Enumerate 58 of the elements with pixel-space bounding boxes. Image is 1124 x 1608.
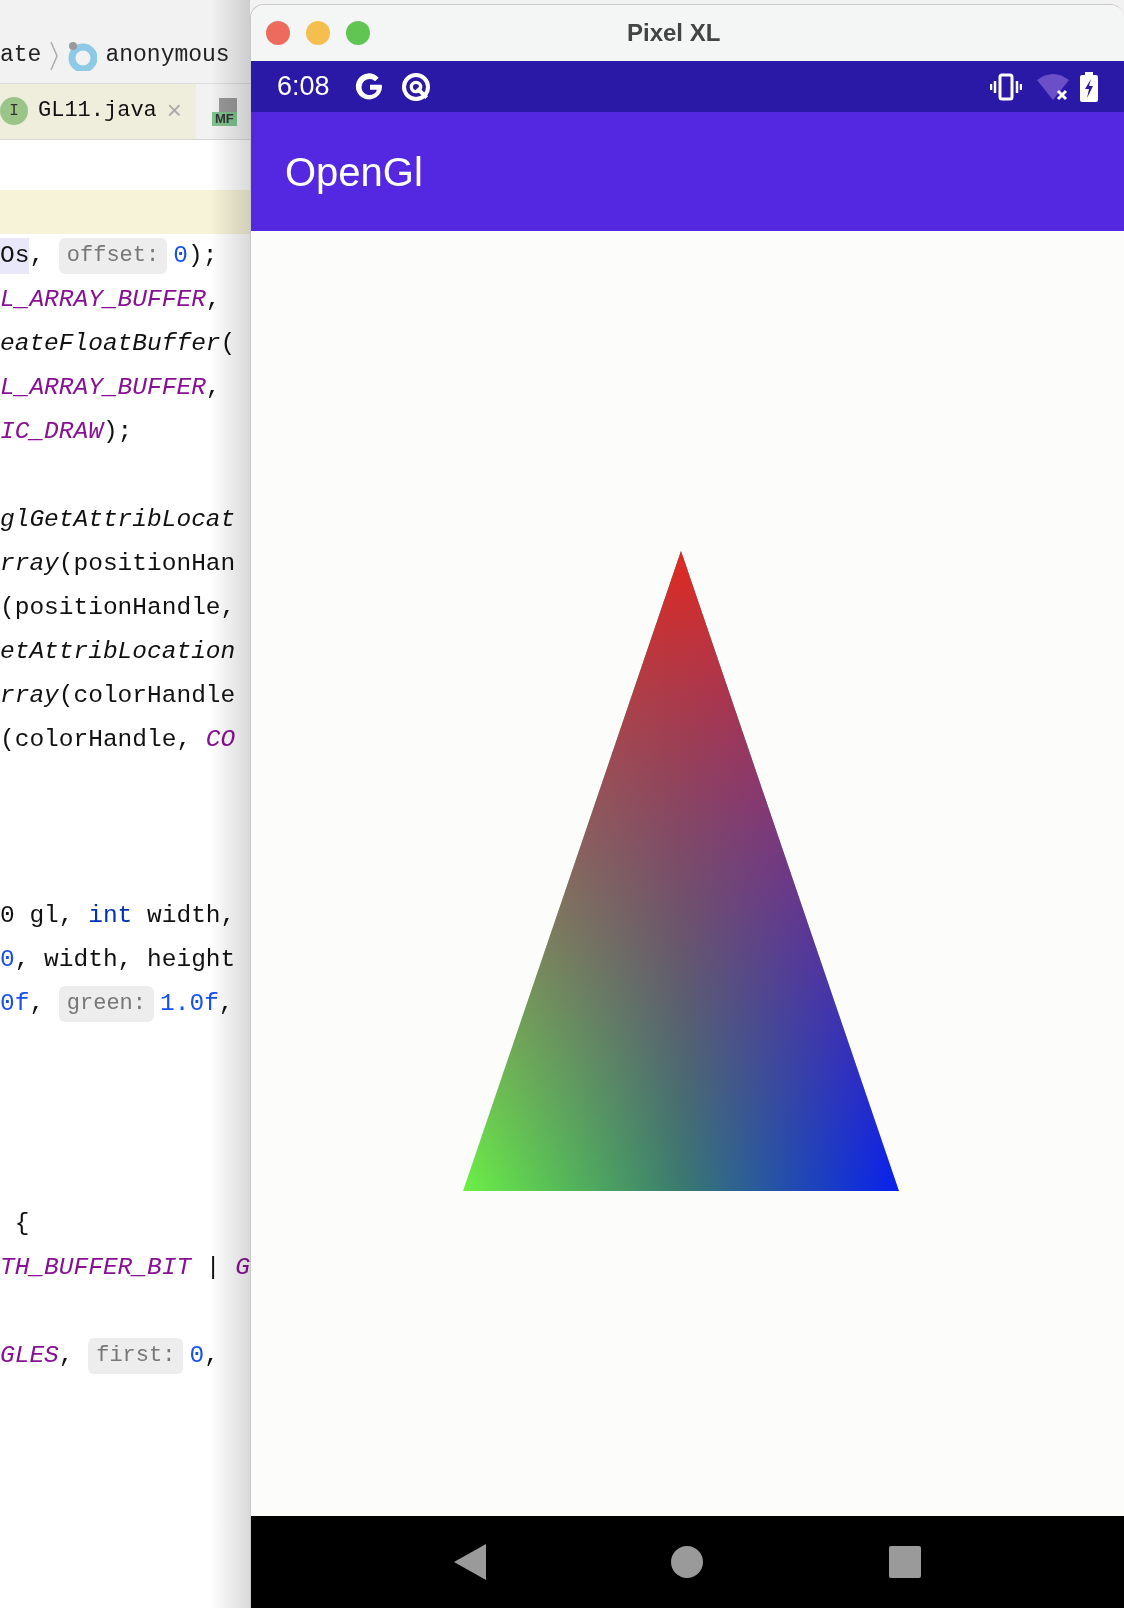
breadcrumb-item[interactable]: anonymous bbox=[105, 38, 230, 73]
window-title: Pixel XL bbox=[627, 18, 721, 48]
code-text: IC_DRAW bbox=[0, 417, 103, 447]
code-text: (colorHandle bbox=[58, 681, 236, 711]
code-text: G bbox=[235, 1253, 250, 1283]
code-text: ( bbox=[220, 329, 236, 359]
target-icon bbox=[399, 70, 432, 103]
code-text: 0 bbox=[189, 1341, 205, 1371]
parameter-hint: offset: bbox=[58, 238, 168, 274]
code-text: eateFloatBuffer bbox=[0, 329, 221, 359]
code-text: , bbox=[58, 1341, 75, 1371]
code-text: CO bbox=[205, 725, 236, 755]
chevron-icon bbox=[49, 40, 60, 71]
code-text: GLES bbox=[0, 1341, 59, 1371]
code-text: { bbox=[13, 1209, 30, 1239]
code-text: 0 bbox=[173, 241, 188, 271]
code-text: , bbox=[204, 1341, 219, 1371]
parameter-hint: first: bbox=[88, 1338, 184, 1374]
back-icon[interactable] bbox=[453, 1544, 486, 1580]
code-text: glGetAttribLocat bbox=[0, 505, 236, 535]
code-text: 0f bbox=[0, 989, 30, 1019]
ring-icon bbox=[67, 40, 98, 71]
code-text: rray bbox=[0, 549, 59, 579]
code-text: 0 gl, bbox=[0, 901, 75, 931]
battery-charging-icon bbox=[1080, 71, 1098, 102]
code-text: , bbox=[29, 241, 46, 271]
overview-icon[interactable] bbox=[889, 1546, 922, 1578]
code-text: width, bbox=[146, 901, 236, 931]
code-text: , bbox=[218, 989, 234, 1019]
code-text: | bbox=[204, 1253, 222, 1283]
editor-tab[interactable]: I GL11.java × bbox=[0, 84, 196, 139]
parameter-hint: green: bbox=[58, 986, 155, 1022]
code-text: ); bbox=[187, 241, 218, 271]
close-button[interactable] bbox=[266, 21, 290, 45]
code-text: (colorHandle, bbox=[0, 725, 193, 755]
code-text: (positionHandle, bbox=[0, 593, 236, 623]
interface-icon: I bbox=[0, 96, 28, 125]
code-text: , bbox=[205, 285, 221, 315]
status-time: 6:08 bbox=[277, 70, 330, 104]
code-text: TH_BUFFER_BIT bbox=[0, 1253, 192, 1283]
code-text: L_ARRAY_BUFFER bbox=[0, 285, 206, 315]
code-text: , width, height bbox=[14, 945, 236, 975]
code-text: etAttribLocation bbox=[0, 637, 236, 667]
code-text: 0 bbox=[0, 945, 15, 975]
code-text: 1.0f bbox=[160, 989, 219, 1019]
breadcrumb-item[interactable]: ate bbox=[0, 38, 42, 73]
code-text: (positionHan bbox=[58, 549, 236, 579]
vibrate-icon bbox=[990, 72, 1022, 101]
app-bar-title: OpenGl bbox=[285, 148, 423, 196]
home-icon[interactable] bbox=[671, 1546, 704, 1578]
code-text: int bbox=[88, 901, 133, 931]
tab-label: GL11.java bbox=[38, 97, 157, 125]
code-text: rray bbox=[0, 681, 59, 711]
code-text: L_ARRAY_BUFFER bbox=[0, 373, 206, 403]
code-text: Os bbox=[0, 238, 30, 274]
code-text: , bbox=[29, 989, 46, 1019]
code-text: , bbox=[205, 373, 221, 403]
wifi-off-icon bbox=[1036, 71, 1070, 102]
